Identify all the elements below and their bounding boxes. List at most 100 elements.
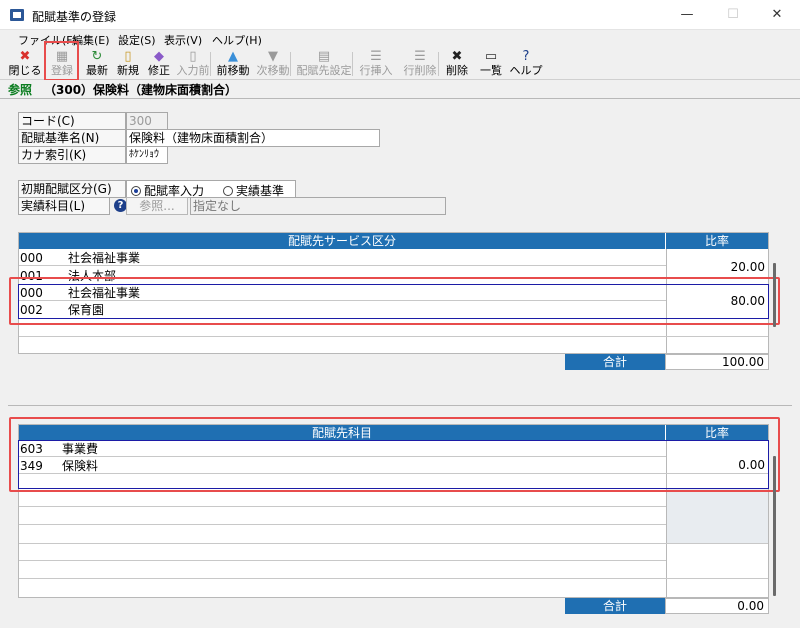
account-grid-scrollbar[interactable] (773, 456, 776, 596)
edit-label: 修正 (148, 64, 170, 77)
refresh-button[interactable]: ↻ 最新 (82, 48, 112, 80)
kana-label: カナ索引(K) (18, 146, 126, 164)
name-field[interactable]: 保険料（建物床面積割合） (126, 129, 380, 147)
help-icon: ? (522, 49, 530, 64)
insert-row-icon: ☰ (370, 49, 382, 64)
row-divider (19, 506, 666, 507)
allocation-settings-button[interactable]: ▤ 配賦先設定 (294, 48, 354, 80)
delete-row-button[interactable]: ☰ 行削除 (398, 48, 442, 80)
code-field[interactable]: 300 (126, 112, 168, 130)
reference-tag: 参照 (8, 83, 33, 97)
account-row-1-code2[interactable]: 349 (20, 458, 43, 474)
account-grid (18, 424, 769, 598)
close-label: 閉じる (8, 64, 42, 77)
radio-checked-icon (131, 186, 141, 196)
radio-actual-label: 実績基準 (236, 184, 285, 198)
service-row-1-rate[interactable]: 20.00 (668, 259, 765, 275)
menu-help[interactable]: ヘルプ(H) (212, 32, 262, 48)
close-window-button[interactable]: ✕ (754, 0, 800, 30)
row-divider (19, 488, 768, 489)
arrow-down-icon: ▼ (268, 49, 278, 64)
menu-view[interactable]: 表示(V) (164, 32, 202, 48)
row-divider (19, 473, 768, 474)
account-reference-button[interactable]: 参照... (126, 197, 188, 215)
service-row-1-code1[interactable]: 000 (20, 250, 43, 266)
delete-label: 削除 (446, 64, 468, 77)
account-total-label: 合計 (565, 598, 665, 614)
arrow-up-icon: ▲ (228, 49, 238, 64)
list-label: 一覧 (480, 64, 502, 77)
toolbar-separator (438, 52, 439, 76)
radio-unchecked-icon (223, 186, 233, 196)
minimize-button[interactable]: — (664, 0, 710, 30)
menu-bar: ファイル(F) 編集(E) 設定(S) 表示(V) ヘルプ(H) (0, 30, 800, 48)
kana-field[interactable]: ﾎｹﾝﾘｮｳ (126, 146, 168, 164)
service-grid-scrollbar[interactable] (773, 263, 776, 327)
service-row-2-code2[interactable]: 002 (20, 302, 43, 318)
save-icon: ▦ (55, 49, 69, 64)
save-label: 登録 (51, 64, 73, 77)
toolbar-separator (210, 52, 211, 76)
allocation-settings-label: 配賦先設定 (296, 64, 352, 77)
save-button[interactable]: ▦ 登録 (46, 48, 78, 80)
service-total-label: 合計 (565, 354, 665, 370)
maximize-button[interactable]: ☐ (710, 0, 756, 30)
help-label: ヘルプ (509, 64, 543, 77)
toolbar-separator (290, 52, 291, 76)
revert-button[interactable]: ▯ 入力前 (174, 48, 212, 80)
grid-column-divider (666, 249, 667, 354)
service-row-1-code2[interactable]: 001 (20, 268, 43, 284)
toolbar-separator (352, 52, 353, 76)
row-divider (19, 318, 768, 319)
row-divider (19, 543, 768, 544)
account-grid-name-header: 配賦先科目 (19, 425, 665, 441)
service-row-2-name2[interactable]: 保育園 (68, 302, 104, 318)
delete-row-icon: ☰ (414, 49, 426, 64)
name-label: 配賦基準名(N) (18, 129, 126, 147)
service-grid-rate-header: 比率 (665, 233, 768, 249)
record-title: （300）保険料（建物床面積割合） (44, 83, 238, 97)
new-document-icon: ▯ (124, 49, 132, 64)
menu-file[interactable]: ファイル(F) (18, 32, 77, 48)
radio-rate-label: 配賦率入力 (144, 184, 205, 198)
insert-row-label: 行挿入 (359, 64, 393, 77)
account-row-1-name2[interactable]: 保険料 (62, 458, 98, 474)
app-icon (10, 9, 24, 21)
menu-settings[interactable]: 設定(S) (118, 32, 156, 48)
row-divider (19, 560, 666, 561)
eraser-icon: ◆ (154, 49, 164, 64)
service-grid-name-header: 配賦先サービス区分 (19, 233, 665, 249)
row-divider (19, 578, 768, 579)
section-divider (8, 405, 792, 406)
previous-button[interactable]: ▲ 前移動 (214, 48, 252, 80)
toolbar: ✖ 閉じる ▦ 登録 ↻ 最新 ▯ 新規 ◆ 修正 ▯ 入力前 ▲ 前移動 ▼ 次移動 ▤ 配賦先設定 ☰ 行挿入 ☰ 行… (0, 48, 800, 80)
service-row-1-name1[interactable]: 社会福祉事業 (68, 250, 140, 266)
revert-label: 入力前 (176, 64, 210, 77)
menu-edit[interactable]: 編集(E) (72, 32, 110, 48)
service-row-1-name2[interactable]: 法人本部 (68, 268, 116, 284)
help-button[interactable]: ? ヘルプ (508, 48, 544, 80)
service-row-2-code1[interactable]: 000 (20, 285, 43, 301)
delete-row-label: 行削除 (403, 64, 437, 77)
title-bar: 配賦基準の登録 — ☐ ✕ (0, 0, 800, 30)
service-total-value: 100.00 (665, 354, 769, 370)
refresh-icon: ↻ (91, 49, 103, 64)
undo-document-icon: ▯ (189, 49, 197, 64)
account-field[interactable]: 指定なし (190, 197, 446, 215)
division-radio-group: 配賦率入力 実績基準 (126, 180, 296, 198)
service-row-2-rate[interactable]: 80.00 (668, 293, 765, 309)
delete-button[interactable]: ✖ 削除 (442, 48, 472, 80)
new-button[interactable]: ▯ 新規 (114, 48, 142, 80)
list-button[interactable]: ▭ 一覧 (476, 48, 506, 80)
edit-button[interactable]: ◆ 修正 (144, 48, 174, 80)
account-row-1-rate[interactable]: 0.00 (668, 457, 765, 473)
account-row-1-code1[interactable]: 603 (20, 441, 43, 457)
insert-row-button[interactable]: ☰ 行挿入 (356, 48, 396, 80)
delete-icon: ✖ (451, 49, 463, 64)
row-divider (19, 336, 768, 337)
account-row-1-name1[interactable]: 事業費 (62, 441, 98, 457)
next-button[interactable]: ▼ 次移動 (254, 48, 292, 80)
close-button[interactable]: ✖ 閉じる (8, 48, 42, 80)
service-row-2-name1[interactable]: 社会福祉事業 (68, 285, 140, 301)
list-icon: ▭ (484, 49, 498, 64)
